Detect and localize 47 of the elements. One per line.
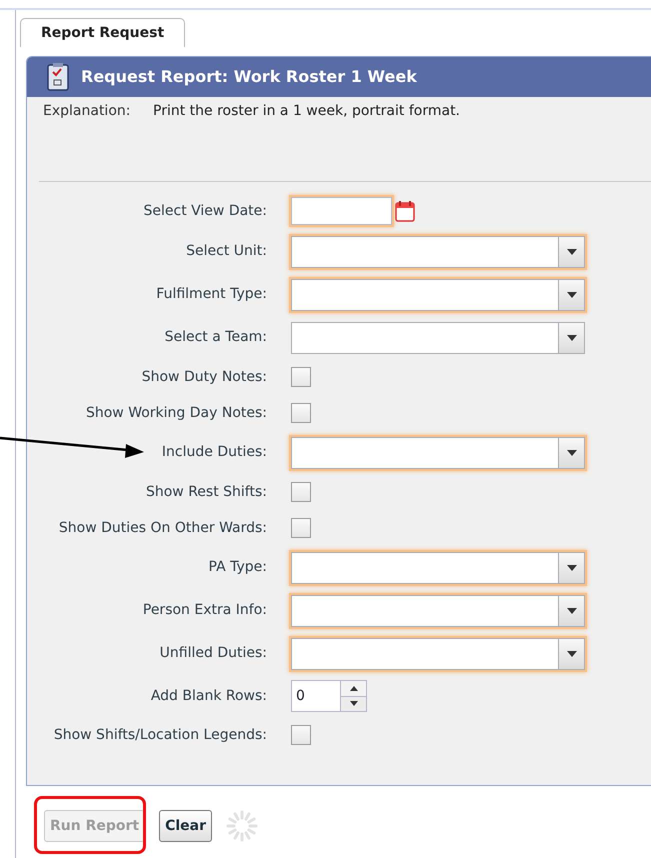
- number-field[interactable]: 0: [291, 680, 341, 712]
- explanation-label: Explanation:: [43, 102, 132, 121]
- calendar-icon[interactable]: [395, 200, 415, 222]
- decrement-button[interactable]: [341, 696, 366, 711]
- clipboard-icon: [47, 63, 69, 91]
- up-arrow-icon: [350, 686, 358, 691]
- report-request-tab[interactable]: Report Request: [20, 18, 186, 47]
- loading-spinner-icon: [226, 810, 258, 842]
- checkbox[interactable]: [291, 518, 311, 538]
- explanation-text: Print the roster in a 1 week, portrait format.: [153, 102, 460, 121]
- checkbox[interactable]: [291, 403, 311, 423]
- field-label: Show Working Day Notes:: [86, 404, 267, 422]
- clear-button[interactable]: Clear: [159, 810, 212, 842]
- field-label: Person Extra Info:: [142, 601, 267, 620]
- dropdown-field[interactable]: [291, 594, 585, 626]
- caret-icon: [566, 292, 576, 298]
- dropdown-field[interactable]: [291, 278, 585, 310]
- dropdown-field[interactable]: [291, 552, 585, 584]
- field-label: Show Duty Notes:: [142, 368, 267, 386]
- caret-icon: [566, 608, 576, 614]
- field-label: Select Unit:: [186, 242, 267, 261]
- caret-icon: [566, 564, 576, 570]
- field-label: Select View Date:: [144, 202, 267, 220]
- field-label: Add Blank Rows:: [150, 686, 267, 706]
- field-label: Select a Team:: [164, 328, 267, 347]
- down-arrow-icon: [350, 701, 358, 706]
- caret-icon: [566, 450, 576, 456]
- dropdown-field[interactable]: [291, 436, 585, 468]
- field-label: Show Rest Shifts:: [146, 482, 267, 502]
- caret-icon: [566, 334, 576, 340]
- increment-button[interactable]: [341, 681, 366, 696]
- checkbox[interactable]: [291, 367, 311, 387]
- field-label: Show Duties On Other Wards:: [58, 518, 267, 538]
- dropdown-field[interactable]: [291, 236, 585, 268]
- field-label: PA Type:: [208, 558, 267, 577]
- field-label: Unfilled Duties:: [160, 644, 267, 663]
- dropdown-field[interactable]: [291, 638, 585, 670]
- panel-title: Request Report: Work Roster 1 Week: [81, 66, 417, 88]
- caret-icon: [566, 248, 576, 254]
- date-field[interactable]: [291, 197, 392, 225]
- checkbox[interactable]: [291, 725, 311, 745]
- caret-icon: [566, 650, 576, 656]
- field-label: Show Shifts/Location Legends:: [54, 726, 267, 744]
- checkbox[interactable]: [291, 482, 311, 502]
- field-label: Include Duties:: [162, 443, 267, 462]
- dropdown-field[interactable]: [291, 322, 585, 354]
- field-label: Fulfilment Type:: [156, 285, 267, 304]
